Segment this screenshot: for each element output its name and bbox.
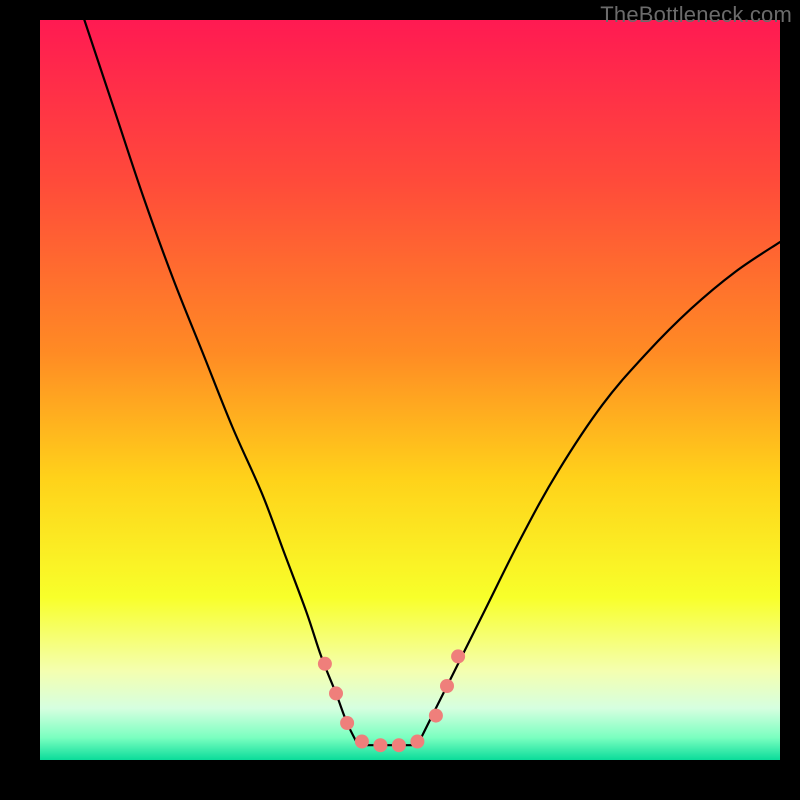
marker-dot <box>440 679 454 693</box>
marker-dot <box>429 709 443 723</box>
marker-dot <box>340 716 354 730</box>
chart-plot-area <box>40 20 780 760</box>
marker-dot <box>318 657 332 671</box>
marker-dot <box>451 649 465 663</box>
marker-dot <box>373 738 387 752</box>
chart-svg <box>40 20 780 760</box>
chart-background <box>40 20 780 760</box>
marker-dot <box>410 735 424 749</box>
marker-dot <box>355 735 369 749</box>
chart-frame: TheBottleneck.com <box>0 0 800 800</box>
marker-dot <box>329 686 343 700</box>
watermark-text: TheBottleneck.com <box>600 2 792 28</box>
marker-dot <box>392 738 406 752</box>
